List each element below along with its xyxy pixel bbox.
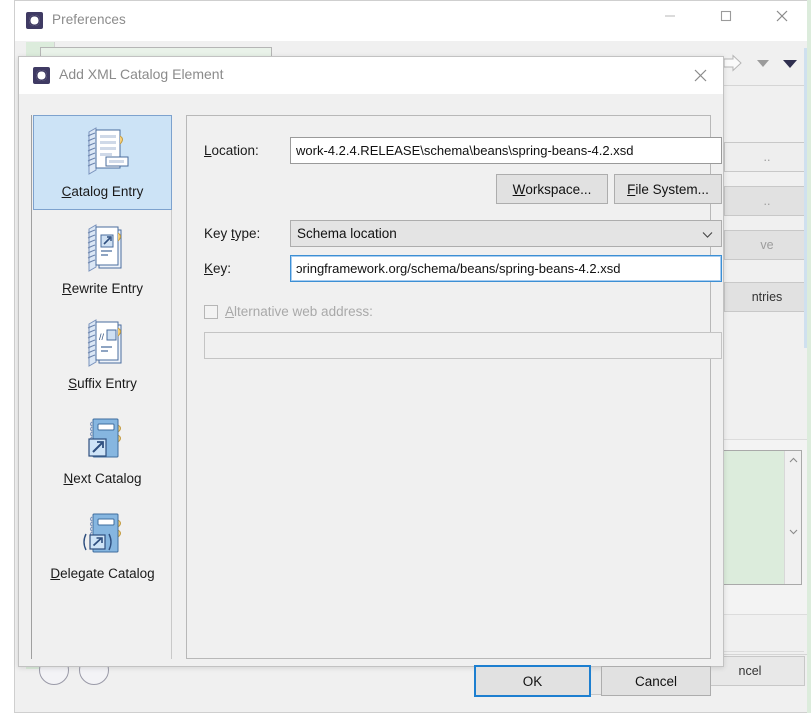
maximize-button[interactable]: [703, 1, 748, 31]
screen-root: Preferences .. .. ve ntries ncel Add XML…: [0, 0, 811, 713]
preferences-titlebar: Preferences: [15, 1, 810, 41]
alternative-web-address-input[interactable]: [204, 332, 722, 359]
dialog-body: Catalog Entry Rewrite Entry // Suffix En…: [19, 94, 723, 697]
sidebar-item-label: Rewrite Entry: [61, 281, 144, 296]
right-edge-strip-blue: [804, 48, 807, 348]
cancel-button[interactable]: Cancel: [601, 666, 711, 696]
right-edge-strip: [807, 0, 811, 713]
sidebar-item-next-catalog[interactable]: Next Catalog: [33, 403, 172, 498]
sidebar-item-delegate-catalog[interactable]: Delegate Catalog: [33, 498, 172, 593]
catalog-entry-icon: [87, 127, 128, 175]
eclipse-icon: [33, 67, 50, 84]
triangle-down-filled-icon[interactable]: [782, 58, 798, 69]
sidebar-item-label: Next Catalog: [63, 471, 142, 486]
triangle-down-icon[interactable]: [756, 58, 770, 68]
suffix-entry-icon: //: [87, 319, 121, 367]
close-icon: [776, 10, 787, 22]
key-type-value: Schema location: [297, 226, 397, 241]
delegate-catalog-icon: [82, 513, 121, 553]
prefs-side-button-entries[interactable]: ntries: [724, 282, 810, 312]
catalog-type-list: Catalog Entry Rewrite Entry // Suffix En…: [31, 115, 172, 659]
close-icon: [694, 69, 706, 82]
ok-button[interactable]: OK: [474, 665, 591, 697]
vertical-scrollbar[interactable]: [784, 451, 801, 584]
prefs-side-button-remove[interactable]: ve: [724, 230, 810, 260]
svg-text://: //: [99, 332, 105, 342]
workspace-button[interactable]: Workspace...: [496, 174, 608, 204]
file-system-button[interactable]: File System...: [614, 174, 722, 204]
chevron-down-icon: [702, 226, 713, 241]
key-type-label: Key type:: [204, 226, 261, 241]
sidebar-item-suffix-entry[interactable]: // Suffix Entry: [33, 308, 172, 403]
arrow-right-icon[interactable]: [722, 54, 744, 72]
sidebar-item-label: Delegate Catalog: [50, 566, 155, 581]
preferences-title: Preferences: [52, 12, 126, 27]
minimize-icon: [664, 15, 675, 17]
location-label: Location:: [204, 143, 259, 158]
chevron-up-icon[interactable]: [785, 451, 802, 468]
next-catalog-icon: [87, 418, 121, 458]
alternative-web-address-row[interactable]: Alternative web address:: [204, 304, 373, 319]
prefs-side-button-2[interactable]: ..: [724, 186, 810, 216]
sidebar-item-catalog-entry[interactable]: Catalog Entry: [33, 115, 172, 210]
sidebar-item-label: Catalog Entry: [61, 184, 144, 199]
prefs-side-button-1[interactable]: ..: [724, 142, 810, 172]
minimize-button[interactable]: [647, 1, 692, 31]
maximize-icon: [720, 10, 731, 22]
rewrite-entry-icon: [87, 224, 121, 272]
add-xml-catalog-element-dialog: Add XML Catalog Element Catalog Entry Re…: [18, 56, 724, 697]
dialog-title: Add XML Catalog Element: [59, 66, 224, 82]
key-input[interactable]: ɔringframework.org/schema/beans/spring-b…: [290, 255, 722, 282]
location-input[interactable]: work-4.2.4.RELEASE\schema\beans\spring-b…: [290, 137, 722, 164]
alternative-web-address-label: Alternative web address:: [225, 304, 373, 319]
eclipse-icon: [26, 12, 43, 29]
dialog-form-panel: Location: work-4.2.4.RELEASE\schema\bean…: [186, 115, 722, 659]
dialog-titlebar: Add XML Catalog Element: [19, 57, 723, 94]
close-button[interactable]: [759, 1, 804, 31]
key-type-combo[interactable]: Schema location: [290, 220, 722, 247]
dialog-close-button[interactable]: [677, 57, 723, 94]
key-label: Key:: [204, 261, 232, 276]
sidebar-item-rewrite-entry[interactable]: Rewrite Entry: [33, 213, 172, 308]
chevron-down-icon[interactable]: [785, 523, 802, 540]
alternative-web-address-checkbox[interactable]: [204, 304, 218, 319]
sidebar-item-label: Suffix Entry: [68, 376, 137, 391]
